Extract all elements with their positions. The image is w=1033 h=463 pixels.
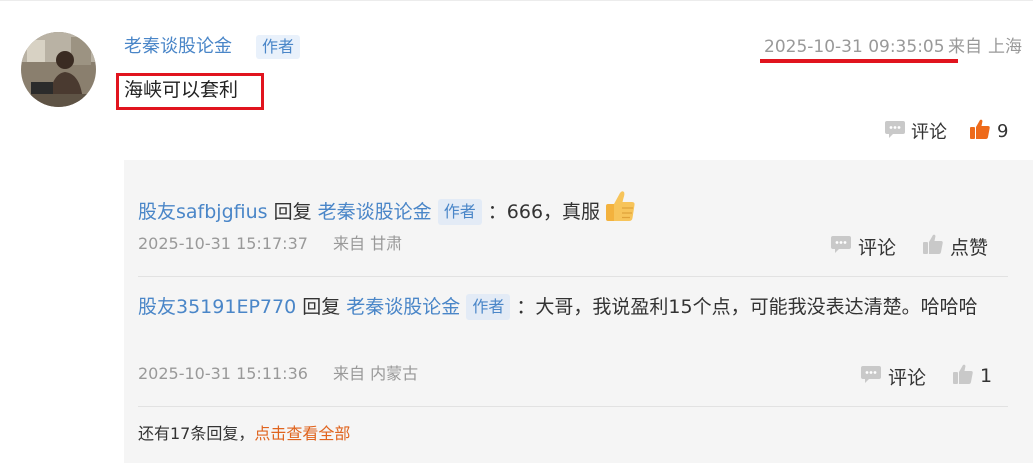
- thumbs-up-emoji-icon: [602, 188, 638, 233]
- post-from-label: 来自: [948, 37, 982, 57]
- more-replies: 还有17条回复，点击查看全部: [138, 423, 350, 445]
- reply-author-badge: 作者: [466, 294, 511, 320]
- reply-meta: 2025-10-31 15:11:36 来自 内蒙古: [138, 363, 418, 385]
- post-timestamp: 2025-10-31 09:35:05: [764, 37, 945, 57]
- reply-like-button[interactable]: 1: [952, 363, 992, 389]
- reply-item: 股友35191EP770 回复 老秦谈股论金 作者 ：大哥，我说盈利15个点，可…: [138, 292, 1008, 322]
- post-like-count: 9: [997, 120, 1009, 142]
- timestamp-highlight-underline: [760, 59, 958, 63]
- reply-user[interactable]: 股友safbjgfius: [138, 201, 268, 223]
- post-author-name[interactable]: 老秦谈股论金: [124, 35, 232, 59]
- reply-comment-button[interactable]: 评论: [860, 363, 926, 389]
- comment-icon: [884, 119, 906, 143]
- post-like-button[interactable]: 9: [969, 119, 1008, 143]
- reply-location: 内蒙古: [370, 364, 419, 383]
- post-comment-button[interactable]: 评论: [884, 119, 947, 143]
- reply-like-label: 点赞: [950, 236, 989, 259]
- reply-timestamp: 2025-10-31 15:17:37: [138, 234, 308, 253]
- reply-text: ：666，真服: [487, 201, 601, 223]
- reply-from-label: 来自: [333, 364, 366, 383]
- reply-from-label: 来自: [333, 234, 366, 253]
- reply-divider: [138, 406, 1008, 407]
- reply-user[interactable]: 股友35191EP770: [138, 296, 296, 318]
- post-comment-label: 评论: [911, 122, 947, 143]
- post-body: 海峡可以套利: [124, 79, 239, 101]
- top-divider: [0, 0, 1033, 1]
- post-location: 上海: [988, 37, 1022, 57]
- reply-item: 股友safbjgfius 回复 老秦谈股论金 作者 ：666，真服: [138, 188, 1008, 233]
- thumbs-up-icon: [969, 118, 991, 144]
- reply-location: 甘肃: [370, 234, 403, 253]
- comment-icon: [860, 364, 882, 388]
- reply-comment-label: 评论: [888, 366, 927, 389]
- reply-divider: [138, 276, 1008, 277]
- reply-like-button[interactable]: 点赞: [922, 233, 988, 259]
- reply-target-user[interactable]: 老秦谈股论金: [318, 201, 432, 223]
- reply-author-badge: 作者: [437, 199, 482, 225]
- view-all-replies-link[interactable]: 点击查看全部: [254, 424, 350, 443]
- thumbs-up-icon: [922, 233, 944, 259]
- reply-text: ：大哥，我说盈利15个点，可能我没表达清楚。哈哈哈: [516, 296, 978, 318]
- more-replies-count-text: 还有17条回复，: [138, 424, 255, 443]
- post-author-badge: 作者: [256, 35, 301, 59]
- avatar[interactable]: [21, 32, 96, 107]
- reply-comment-button[interactable]: 评论: [830, 233, 896, 259]
- reply-timestamp: 2025-10-31 15:11:36: [138, 364, 308, 383]
- thumbs-up-icon: [952, 363, 974, 389]
- reply-comment-label: 评论: [858, 236, 897, 259]
- comment-icon: [830, 234, 852, 258]
- reply-meta: 2025-10-31 15:17:37 来自 甘肃: [138, 233, 402, 255]
- reply-like-count: 1: [980, 365, 993, 387]
- reply-target-user[interactable]: 老秦谈股论金: [346, 296, 460, 318]
- reply-word: 回复: [302, 296, 341, 318]
- reply-word: 回复: [273, 201, 312, 223]
